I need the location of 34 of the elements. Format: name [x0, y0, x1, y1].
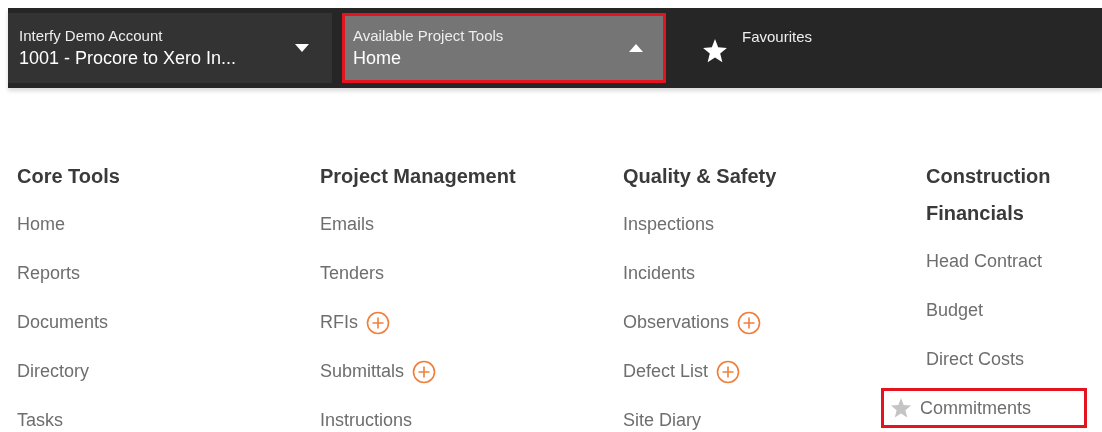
- tool-link[interactable]: Home: [17, 214, 65, 235]
- add-icon[interactable]: [412, 359, 437, 384]
- tool-link[interactable]: Reports: [17, 263, 81, 284]
- tool-link[interactable]: Observations: [623, 312, 730, 333]
- tool-link[interactable]: Commitments: [920, 397, 1031, 419]
- account-dropdown[interactable]: Interfy Demo Account 1001 - Procore to Xero In...: [8, 13, 332, 83]
- tool-link[interactable]: Tenders: [320, 263, 385, 284]
- add-icon[interactable]: [366, 310, 390, 335]
- tool-link[interactable]: Site Diary: [623, 410, 702, 431]
- group-heading: Project Management: [320, 164, 517, 189]
- group-heading: Construction Financials: [926, 164, 1052, 226]
- star-icon[interactable]: [890, 397, 912, 419]
- tool-link[interactable]: Budget: [926, 300, 984, 321]
- tool-link[interactable]: Instructions: [320, 410, 413, 431]
- tool-link[interactable]: Inspections: [623, 214, 715, 235]
- add-icon[interactable]: [716, 359, 741, 384]
- caret-icon: [629, 44, 643, 52]
- tool-link[interactable]: Defect List: [623, 361, 709, 382]
- tool-link[interactable]: Tasks: [17, 410, 63, 431]
- tool-link[interactable]: Documents: [17, 312, 109, 333]
- tool-link[interactable]: Emails: [320, 214, 374, 235]
- project-tools-dropdown[interactable]: Available Project Tools Home: [342, 13, 666, 83]
- tool-link[interactable]: Directory: [17, 361, 89, 382]
- tool-link[interactable]: Head Contract: [926, 251, 1043, 272]
- tool-link[interactable]: Submittals: [320, 361, 405, 382]
- caret-icon: [295, 44, 309, 52]
- favourites-label[interactable]: Favourites: [742, 28, 813, 45]
- group-heading: Core Tools: [17, 164, 121, 189]
- tool-link[interactable]: Direct Costs: [926, 349, 1024, 370]
- group-heading: Quality & Safety: [623, 164, 778, 189]
- tool-link[interactable]: Incidents: [623, 263, 696, 284]
- tool-link[interactable]: RFIs: [320, 312, 358, 333]
- add-icon[interactable]: [737, 310, 762, 335]
- star-icon[interactable]: [702, 38, 728, 64]
